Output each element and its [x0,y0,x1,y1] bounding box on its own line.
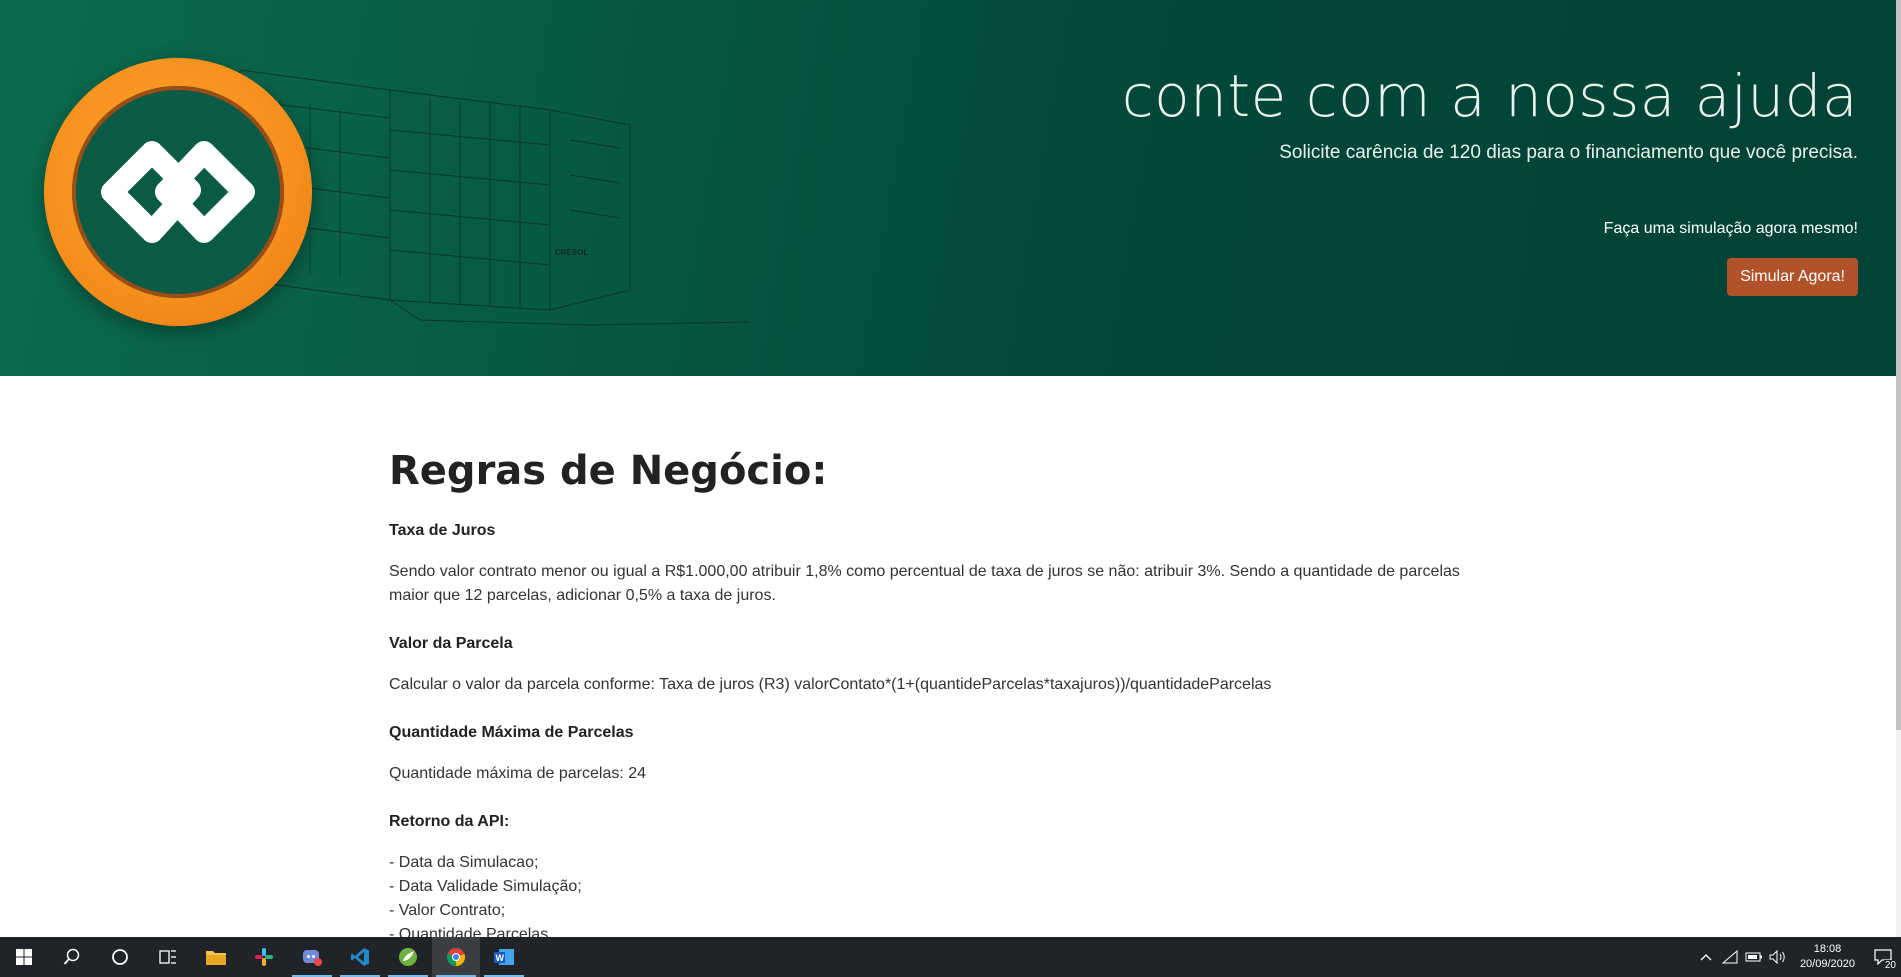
start-button[interactable] [0,937,48,977]
system-clock[interactable]: 18:08 20/09/2020 [1790,942,1865,972]
battery-button[interactable] [1742,937,1766,977]
list-item: - Quantidade Parcelas [389,926,549,937]
api-return-list: - Data da Simulacao; - Data Validade Sim… [389,851,1499,937]
rule-title-interest-rate: Taxa de Juros [389,522,496,539]
business-rules-section: Regras de Negócio: Taxa de Juros Sendo v… [389,448,1499,937]
speaker-icon [1769,950,1785,964]
network-button[interactable] [1718,937,1742,977]
simulate-now-button[interactable]: Simular Agora! [1727,258,1858,296]
rule-text-interest-rate: Sendo valor contrato menor ou igual a R$… [389,563,1460,604]
page-heading: Regras de Negócio: [389,448,828,494]
slack-button[interactable] [240,937,288,977]
list-item: - Valor Contrato; [389,902,506,919]
search-icon [63,948,80,965]
word-icon: W [494,949,514,965]
notification-count: 20 [1883,960,1897,971]
system-tray: 18:08 20/09/2020 20 [1694,937,1901,977]
task-view-icon [159,950,176,964]
list-item: - Data Validade Simulação; [389,878,582,895]
battery-icon [1745,952,1762,962]
vertical-scrollbar[interactable] [1896,0,1901,937]
rule-title-max-installments: Quantidade Máxima de Parcelas [389,724,634,741]
logo-symbol-icon [101,141,255,243]
cresol-logo [44,58,312,326]
hero-title: conte com a nossa ajuda [1121,62,1858,130]
search-button[interactable] [48,937,96,977]
chrome-button[interactable] [432,937,480,977]
slack-icon [255,948,273,966]
network-icon [1721,950,1738,964]
cortana-icon [112,949,128,965]
hero-banner: CRESOL conte com a nossa ajuda Solicite … [0,0,1896,376]
volume-button[interactable] [1766,937,1790,977]
clock-time: 18:08 [1813,943,1842,955]
discord-icon [303,950,322,966]
vscode-icon [351,948,369,966]
discord-button[interactable] [288,937,336,977]
rule-title-api-return: Retorno da API: [389,813,510,830]
clock-date: 20/09/2020 [1799,958,1855,970]
show-hidden-icons-button[interactable] [1694,937,1718,977]
rule-title-installment-value: Valor da Parcela [389,635,513,652]
word-button[interactable]: W [480,937,528,977]
building-sign: CRESOL [555,248,588,257]
cortana-button[interactable] [96,937,144,977]
list-item: - Data da Simulacao; [389,854,539,871]
chevron-up-icon [1700,954,1712,961]
chrome-icon [446,948,466,967]
hero-subtitle: Solicite carência de 120 dias para o fin… [1279,142,1858,163]
browser-viewport: CRESOL conte com a nossa ajuda Solicite … [0,0,1901,937]
hero-cta-text: Faça uma simulação agora mesmo! [1603,220,1858,237]
scrollbar-thumb[interactable] [1896,0,1901,730]
action-center-button[interactable]: 20 [1865,937,1901,977]
vscode-button[interactable] [336,937,384,977]
file-explorer-button[interactable] [192,937,240,977]
spring-tool-suite-icon [399,948,417,966]
spring-tool-suite-button[interactable] [384,937,432,977]
start-icon [16,949,32,965]
logo-inner-circle [72,86,284,298]
file-explorer-icon [206,951,226,965]
task-view-button[interactable] [144,937,192,977]
rule-text-max-installments: Quantidade máxima de parcelas: 24 [389,765,647,782]
svg-text:W: W [496,953,505,963]
windows-taskbar: W 18:08 20/09/2020 20 [0,937,1901,977]
rule-text-installment-value: Calcular o valor da parcela conforme: Ta… [389,676,1272,693]
